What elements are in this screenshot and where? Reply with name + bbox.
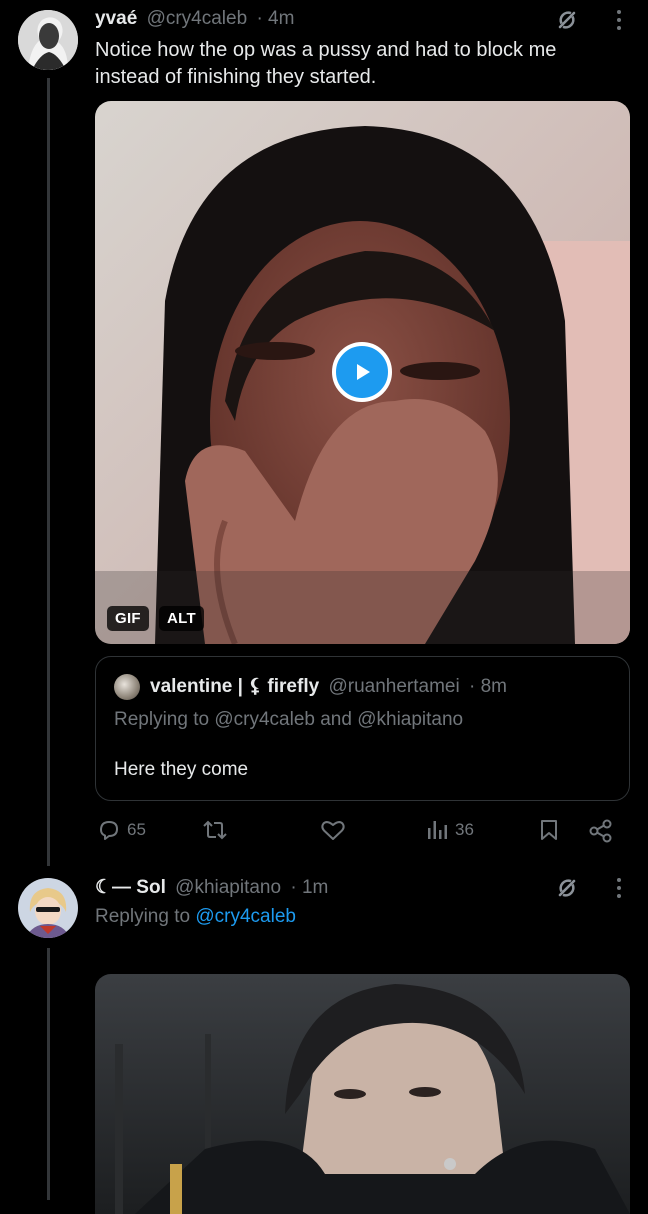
grok-button[interactable] [553,6,581,34]
retweet-icon [203,820,227,840]
gif-media[interactable]: GIF ALT [95,101,630,644]
media-image [95,974,630,1214]
views-button[interactable]: 36 [427,818,474,842]
tweet-text: Notice how the op was a pussy and had to… [95,39,557,88]
like-button[interactable] [320,818,346,842]
play-button[interactable] [332,342,392,402]
play-icon [357,364,370,380]
handle[interactable]: @khiapitano [175,877,281,898]
avatar[interactable] [18,10,78,70]
share-button[interactable] [588,818,614,844]
reply-icon [100,821,118,840]
thread-line-2 [47,948,50,1200]
like-icon [321,821,345,840]
alt-badge[interactable]: ALT [159,606,204,631]
replying-user-2: @khiapitano [357,709,464,730]
tweet-header: ☾— Sol @khiapitano · 1m [95,876,328,899]
grok-button[interactable] [553,874,581,902]
bookmark-icon [541,820,557,840]
quote-avatar [114,674,140,700]
timestamp[interactable]: · 1m [290,877,328,898]
display-name[interactable]: ☾— Sol [95,877,166,898]
more-button[interactable] [605,6,633,34]
replying-user[interactable]: @cry4caleb [195,906,296,927]
quote-text: Here they come [114,759,249,780]
timestamp[interactable]: · 4m [256,8,294,29]
avatar-image [18,10,78,70]
avatar[interactable] [18,878,78,938]
replying-and: and [320,709,352,730]
grok-icon [558,879,576,897]
quote-timestamp: · 8m [469,676,507,697]
thread-line [47,78,50,866]
quote-replying-to: Replying to @cry4caleb and @khiapitano [114,709,463,731]
more-button[interactable] [605,874,633,902]
reply-button[interactable]: 65 [97,818,146,842]
replying-user-1: @cry4caleb [214,709,315,730]
views-count: 36 [455,820,474,839]
grok-icon [558,11,576,29]
quote-header: valentine | ⚸ firefly @ruanhertamei · 8m [150,675,507,698]
handle[interactable]: @cry4caleb [147,8,248,29]
retweet-button[interactable] [202,818,228,842]
quoted-tweet[interactable]: valentine | ⚸ firefly @ruanhertamei · 8m… [95,656,630,801]
reply-count: 65 [127,820,146,839]
quote-display-name: valentine | ⚸ firefly [150,676,320,697]
avatar-image [18,878,78,938]
bookmark-button[interactable] [538,818,560,842]
views-icon [428,821,447,839]
gif-badge: GIF [107,606,149,631]
more-icon [617,10,621,30]
replying-prefix: Replying to [95,906,191,927]
more-icon [617,878,621,898]
replying-to: Replying to @cry4caleb [95,906,296,928]
quote-handle: @ruanhertamei [328,676,460,697]
display-name[interactable]: yvaé [95,8,137,29]
share-icon [589,819,612,843]
replying-prefix: Replying to [114,709,210,730]
tweet-header: yvaé @cry4caleb · 4m [95,8,294,30]
image-media[interactable] [95,974,630,1214]
